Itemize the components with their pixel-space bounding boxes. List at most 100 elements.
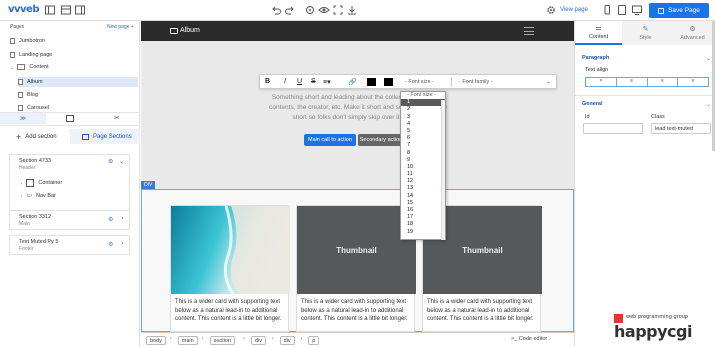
font-size-option[interactable]: 4	[401, 121, 445, 128]
tab-blocks-icon[interactable]	[66, 115, 74, 122]
section-item[interactable]: Section 3312 Main ⚙ ›	[9, 210, 130, 230]
section-item[interactable]: Section 4733 Header ⚙ ⌄ › Container › ▭ Nav…	[9, 154, 130, 218]
chevron-down-icon[interactable]: ⌄	[706, 55, 711, 62]
redo-icon[interactable]	[284, 4, 296, 16]
add-section-button[interactable]: + Add section	[16, 132, 57, 142]
font-size-option[interactable]: 19	[401, 229, 445, 236]
background-color-swatch[interactable]	[384, 78, 393, 86]
folder-icon	[17, 64, 26, 70]
align-left-button[interactable]: ×	[586, 78, 617, 86]
text-color-swatch[interactable]	[367, 78, 376, 86]
font-size-option[interactable]: 10	[401, 164, 445, 171]
page-sections-tab[interactable]: Page Sections	[70, 129, 140, 144]
layers-icon[interactable]	[60, 4, 72, 16]
font-size-option[interactable]: 16	[401, 207, 445, 214]
gear-icon[interactable]: ⚙	[108, 158, 113, 165]
font-size-option[interactable]: 18	[401, 221, 445, 228]
breadcrumb-item[interactable]: p	[308, 336, 320, 345]
font-size-option[interactable]: 17	[401, 214, 445, 221]
breadcrumb-item[interactable]: body	[146, 336, 166, 345]
gear-icon[interactable]: ⚙	[108, 216, 113, 223]
page-label: Carousel	[27, 105, 50, 111]
code-editor-button[interactable]: >_ Code editor	[511, 336, 547, 342]
strikethrough-button[interactable]: S	[311, 78, 316, 85]
font-size-select[interactable]: - Font size -	[402, 77, 452, 87]
section-title: Section 4733	[19, 158, 52, 164]
code-editor-label: Code editor	[518, 336, 548, 342]
hamburger-icon[interactable]	[524, 27, 534, 35]
tab-style[interactable]: ✎ Style	[622, 21, 669, 45]
chevron-down-icon[interactable]: ⌄	[119, 158, 124, 165]
font-size-option[interactable]: 3	[401, 114, 445, 121]
main-cta-button[interactable]: Main call to action	[304, 134, 356, 146]
breadcrumb-item[interactable]: main	[177, 336, 198, 345]
align-center-button[interactable]: ≡	[617, 78, 648, 86]
undo-icon[interactable]	[270, 4, 282, 16]
chevron-down-icon[interactable]: ⌄	[706, 101, 711, 108]
breadcrumb-item[interactable]: div	[279, 336, 295, 345]
gear-icon[interactable]: ⚙	[108, 241, 113, 248]
font-size-option[interactable]: 15	[401, 200, 445, 207]
align-right-button[interactable]: ≡	[648, 78, 679, 86]
page-item-album[interactable]: Album	[18, 77, 138, 87]
breadcrumb-item[interactable]: section	[209, 336, 236, 345]
font-size-option[interactable]: 13	[401, 185, 445, 192]
chevron-right-icon[interactable]: ›	[121, 240, 123, 247]
eye-icon[interactable]	[318, 4, 330, 16]
mobile-view-icon[interactable]	[601, 4, 613, 16]
fullscreen-icon[interactable]	[332, 4, 344, 16]
panel-toggle-icon[interactable]	[44, 4, 56, 16]
page-item-carousel[interactable]: Carousel	[18, 105, 49, 111]
page-item-blog[interactable]: Blog	[18, 92, 38, 98]
font-size-option[interactable]: 8	[401, 150, 445, 157]
folder-content[interactable]: ⌄ Content	[10, 64, 49, 70]
file-icon	[18, 92, 23, 98]
top-toolbar: vvveb View page Save Page	[0, 0, 715, 21]
page-item-landing[interactable]: Landing page	[10, 52, 52, 58]
font-size-option[interactable]: 12	[401, 178, 445, 185]
font-family-select[interactable]: - Font family - ⌄	[456, 77, 554, 87]
view-page-link[interactable]: View page	[560, 7, 588, 13]
dropdown-scrollbar[interactable]	[441, 100, 445, 240]
font-size-option[interactable]: 7	[401, 142, 445, 149]
tablet-view-icon[interactable]	[616, 4, 628, 16]
section-child-container[interactable]: › Container	[21, 179, 62, 187]
font-size-option[interactable]: 5	[401, 128, 445, 135]
italic-button[interactable]: I	[284, 78, 286, 85]
preview-icon[interactable]	[304, 4, 316, 16]
tab-sections-icon[interactable]: ✂	[114, 114, 120, 122]
font-size-dropdown[interactable]: - Font size - 1 2 3 4 5 6 7 8 9 10 11 12 13 14 15 16 17 1…	[400, 91, 446, 240]
font-size-option[interactable]: 14	[401, 193, 445, 200]
album-card[interactable]: This is a wider card with supporting tex…	[170, 205, 290, 332]
right-panel-toggle-icon[interactable]	[74, 4, 86, 16]
link-icon[interactable]: 🔗	[348, 78, 357, 86]
download-icon[interactable]	[346, 4, 358, 16]
section-item[interactable]: Text Muted Py 5 Footer ⚙ ›	[9, 235, 130, 255]
underline-button[interactable]: U	[297, 78, 302, 85]
page-item-jumbotron[interactable]: Jumbotron	[10, 38, 45, 44]
new-page-link[interactable]: New page +	[107, 24, 134, 30]
text-align-label: Text align	[585, 67, 609, 73]
desktop-view-icon[interactable]	[631, 4, 643, 16]
font-size-option[interactable]: 1	[401, 99, 445, 107]
section-child-navbar[interactable]: › ▭ Nav Bar	[21, 192, 56, 200]
align-icon[interactable]: ≡▾	[323, 78, 331, 86]
align-justify-button[interactable]: ≡	[678, 78, 708, 86]
settings-icon[interactable]	[545, 4, 557, 16]
album-card[interactable]: Thumbnail This is a wider card with supp…	[296, 205, 416, 332]
breadcrumb-item[interactable]: div	[251, 336, 267, 345]
secondary-action-button[interactable]: Secondary action	[358, 134, 404, 146]
font-size-option[interactable]: 11	[401, 171, 445, 178]
font-size-option[interactable]: 9	[401, 157, 445, 164]
tab-components[interactable]: ≫	[0, 113, 46, 124]
bold-button[interactable]: B	[265, 78, 270, 85]
tab-advanced[interactable]: ⚙ Advanced	[669, 21, 715, 45]
font-size-option[interactable]: 6	[401, 135, 445, 142]
id-input[interactable]	[583, 123, 643, 134]
class-input[interactable]: lead text-muted	[651, 123, 711, 134]
chevron-right-icon[interactable]: ›	[121, 215, 123, 222]
font-size-option[interactable]: 2	[401, 106, 445, 113]
save-page-button[interactable]: Save Page	[649, 3, 709, 18]
tab-content[interactable]: ⚌ Content	[575, 21, 622, 45]
navbar-brand[interactable]: Album	[170, 27, 200, 34]
